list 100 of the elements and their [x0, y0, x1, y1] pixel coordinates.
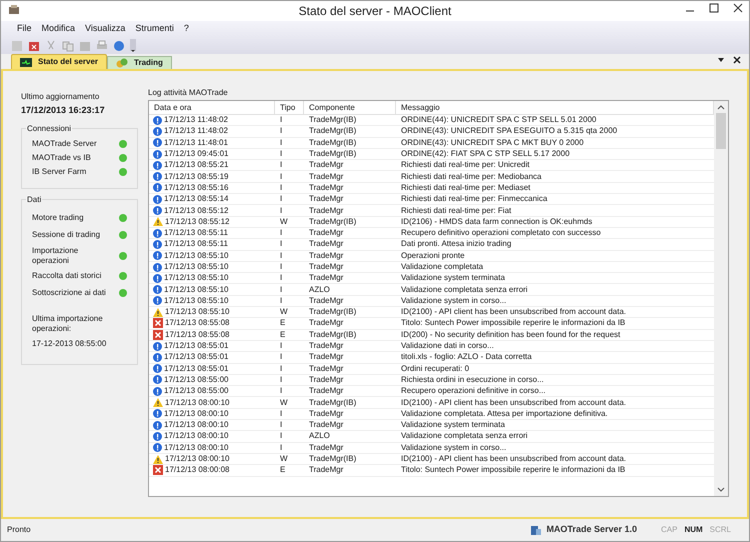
scrollbar[interactable] [714, 101, 728, 496]
status-label: MAOTrade vs IB [32, 153, 92, 163]
component-cell: TradeMgr [309, 341, 344, 352]
type-cell: I [280, 194, 282, 204]
group-title: Connessioni [26, 122, 72, 134]
timestamp-cell: 17/12/13 08:00:10 [164, 442, 229, 453]
info-icon [153, 364, 162, 374]
component-cell: TradeMgr [309, 172, 344, 182]
info-icon [153, 285, 162, 294]
component-cell: TradeMgr [309, 386, 344, 396]
toolbar-overflow-icon[interactable] [130, 38, 136, 52]
group-title: Dati [26, 194, 42, 206]
component-cell: TradeMgr [309, 442, 344, 453]
menu-item[interactable]: Strumenti [135, 22, 174, 36]
delete-icon[interactable] [28, 40, 40, 52]
column-header[interactable]: Tipo [275, 101, 304, 114]
server-version: MAOTrade Server 1.0 [546, 523, 637, 536]
message-cell: Validazione completata senza errori [401, 284, 528, 295]
timestamp-cell: 17/12/13 08:55:08 [165, 318, 230, 328]
status-label: IB Server Farm [32, 167, 88, 177]
component-cell: TradeMgr(IB) [309, 149, 356, 160]
last-update-label: Ultimo aggiornamento [21, 91, 100, 103]
status-label: MAOTrade Server [32, 139, 98, 149]
close-icon[interactable] [733, 3, 743, 13]
component-cell: TradeMgr [309, 206, 344, 216]
type-cell: I [280, 172, 282, 182]
timestamp-cell: 17/12/13 11:48:02 [164, 115, 228, 126]
component-cell: TradeMgr [309, 352, 344, 362]
component-cell: TradeMgr [309, 228, 344, 238]
column-header[interactable]: Componente [304, 101, 396, 114]
message-cell: Validazione dati in corso... [401, 341, 494, 352]
info-icon [153, 409, 162, 418]
status-label: Raccolta dati storici [32, 271, 102, 281]
coins-icon [116, 58, 128, 68]
timestamp-cell: 17/12/13 08:00:08 [165, 465, 230, 476]
component-cell: TradeMgr(IB) [309, 216, 356, 227]
error-icon [153, 330, 163, 340]
type-cell: I [280, 126, 282, 136]
type-cell: I [280, 341, 282, 352]
menu-item[interactable]: Modifica [42, 22, 76, 36]
info-icon [153, 206, 162, 216]
message-cell: Richiesti dati real-time per: Fiat [401, 206, 512, 216]
last-update-time: 17/12/2013 16:23:17 [21, 104, 106, 117]
timestamp-cell: 17/12/13 08:55:11 [164, 228, 228, 238]
timestamp-cell: 17/12/13 08:55:01 [164, 341, 229, 352]
component-cell: TradeMgr [309, 420, 344, 430]
type-cell: I [280, 296, 282, 306]
message-cell: Validazione system in corso... [401, 442, 506, 453]
info-icon [153, 126, 162, 136]
info-icon [153, 228, 162, 238]
type-cell: I [280, 442, 282, 453]
column-header[interactable]: Data e ora [149, 101, 275, 114]
timestamp-cell: 17/12/13 08:55:21 [164, 160, 229, 170]
info-icon [153, 420, 162, 430]
message-cell: ORDINE(43): UNICREDIT SPA C MKT BUY 0 2000 [401, 138, 584, 148]
window-title: Stato del server - MAOClient [298, 3, 452, 20]
menu-item[interactable]: Visualizza [85, 22, 126, 36]
timestamp-cell: 17/12/13 08:55:10 [164, 262, 229, 272]
message-cell: Richiesti dati real-time per: Finmeccanica [401, 194, 548, 204]
app-icon [8, 5, 20, 16]
message-cell: ORDINE(43): UNICREDIT SPA ESEGUITO a 5.315 qta 2000 [401, 126, 618, 136]
timestamp-cell: 17/12/13 08:55:00 [164, 386, 229, 396]
type-cell: I [280, 352, 282, 362]
tab[interactable]: Trading [107, 56, 172, 69]
component-cell: TradeMgr(IB) [309, 126, 356, 136]
type-cell: I [280, 228, 282, 238]
component-cell: AZLO [309, 284, 330, 295]
message-cell: Ordini recuperati: 0 [401, 364, 470, 374]
maximize-icon[interactable] [709, 3, 719, 13]
message-cell: Validazione completata [401, 262, 484, 272]
component-cell: TradeMgr [309, 194, 344, 204]
tab-dropdown-icon[interactable] [717, 56, 725, 64]
type-cell: I [280, 386, 282, 396]
timestamp-cell: 17/12/13 08:55:08 [165, 330, 230, 340]
close-tab-icon[interactable] [733, 56, 741, 64]
info-icon [153, 375, 162, 384]
message-cell: Richiesti dati real-time per: Mediobanca [401, 172, 542, 182]
tab[interactable]: Stato del server [11, 54, 108, 69]
menu-item[interactable]: File [17, 22, 32, 36]
component-cell: TradeMgr(IB) [309, 398, 356, 408]
log-title: Log attività MAOTrade [148, 87, 229, 99]
component-cell: TradeMgr(IB) [309, 454, 356, 464]
type-cell: I [280, 149, 282, 160]
type-cell: I [280, 408, 282, 419]
component-cell: TradeMgr [309, 262, 344, 272]
timestamp-cell: 17/12/13 08:55:10 [165, 307, 230, 318]
message-cell: ID(2106) - HMDS data farm connection is OK:euhmds [401, 216, 592, 227]
timestamp-cell: 17/12/13 08:55:10 [164, 273, 229, 284]
menu-item[interactable]: ? [184, 22, 189, 36]
timestamp-cell: 17/12/13 08:00:10 [165, 398, 230, 408]
component-cell: TradeMgr(IB) [309, 138, 356, 148]
component-cell: TradeMgr(IB) [309, 330, 356, 340]
timestamp-cell: 17/12/13 11:48:01 [164, 138, 228, 148]
timestamp-cell: 17/12/13 08:00:10 [165, 454, 230, 464]
message-cell: Operazioni pronte [401, 250, 465, 261]
timestamp-cell: 17/12/13 08:00:10 [164, 420, 229, 430]
scroll-thumb[interactable] [716, 113, 726, 149]
timestamp-cell: 17/12/13 08:55:10 [164, 284, 229, 295]
type-cell: I [280, 115, 282, 126]
type-cell: I [280, 273, 282, 284]
